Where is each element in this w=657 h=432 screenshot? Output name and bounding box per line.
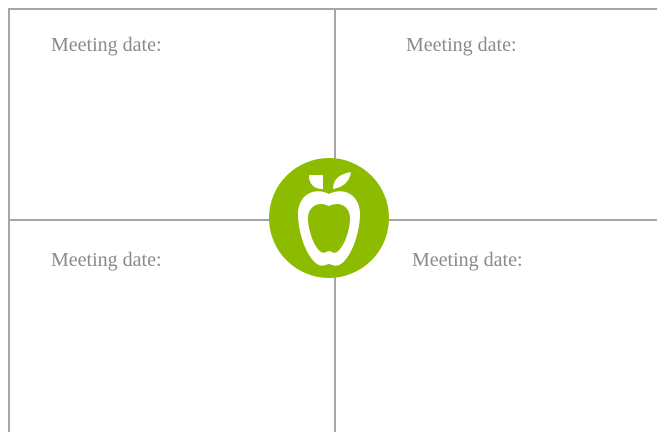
meeting-date-label-bottom-right: Meeting date: bbox=[412, 249, 523, 271]
apple-icon bbox=[269, 158, 389, 278]
meeting-date-label-top-left: Meeting date: bbox=[51, 34, 162, 56]
grid-line-top bbox=[8, 8, 657, 10]
meeting-date-label-bottom-left: Meeting date: bbox=[51, 249, 162, 271]
meeting-date-label-top-right: Meeting date: bbox=[406, 34, 517, 56]
